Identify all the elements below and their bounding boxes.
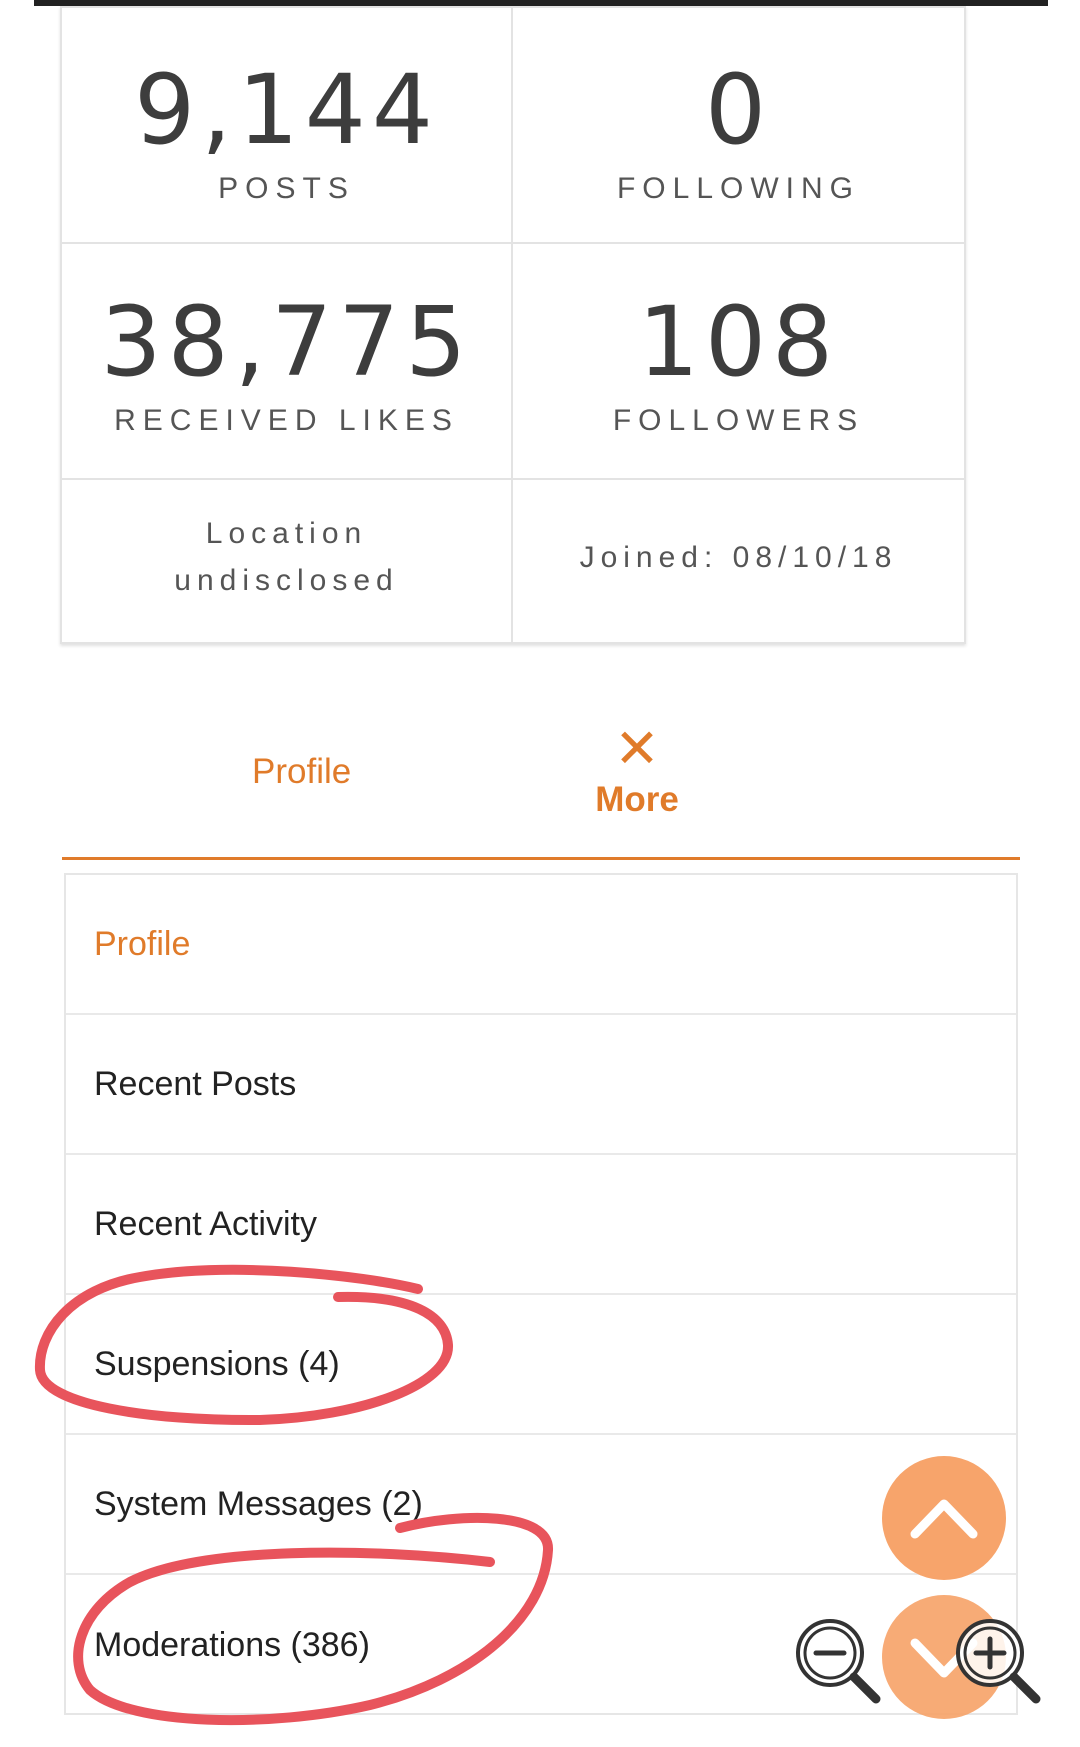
chevron-up-icon [910, 1499, 978, 1539]
more-menu: Profile Recent Posts Recent Activity Sus… [64, 873, 1018, 1715]
close-x-icon: ✕ [614, 719, 660, 779]
scroll-top-button[interactable] [882, 1456, 1006, 1580]
menu-item-profile[interactable]: Profile [66, 875, 1016, 1015]
tab-profile[interactable]: Profile [252, 752, 351, 792]
location-line-1: Location [205, 517, 368, 550]
location-line-2: undisclosed [174, 564, 399, 597]
tab-more[interactable]: ✕ More [572, 722, 702, 820]
joined-cell: Joined: 08/10/18 [513, 480, 964, 642]
stat-following[interactable]: 0 FOLLOWING [513, 8, 964, 244]
stat-received-likes-label: RECEIVED LIKES [114, 404, 459, 437]
stat-following-label: FOLLOWING [616, 172, 860, 205]
stat-followers-label: FOLLOWERS [612, 404, 865, 437]
stat-posts-label: POSTS [218, 172, 355, 205]
stat-following-value: 0 [704, 54, 773, 166]
stat-followers-value: 108 [637, 286, 840, 398]
profile-tabs: Profile ✕ More [62, 700, 1020, 860]
stat-posts[interactable]: 9,144 POSTS [62, 8, 513, 244]
tab-more-label: More [595, 780, 679, 819]
stat-received-likes[interactable]: 38,775 RECEIVED LIKES [62, 244, 513, 480]
joined-date: Joined: 08/10/18 [579, 541, 898, 574]
menu-item-suspensions[interactable]: Suspensions (4) [66, 1295, 1016, 1435]
menu-item-recent-activity[interactable]: Recent Activity [66, 1155, 1016, 1295]
location-cell: Location undisclosed [62, 480, 513, 642]
zoom-in-icon[interactable] [952, 1615, 1044, 1707]
stat-followers[interactable]: 108 FOLLOWERS [513, 244, 964, 480]
stat-received-likes-value: 38,775 [100, 286, 473, 398]
zoom-out-icon[interactable] [792, 1615, 884, 1707]
stat-posts-value: 9,144 [134, 54, 439, 166]
menu-item-recent-posts[interactable]: Recent Posts [66, 1015, 1016, 1155]
profile-stats-card: 9,144 POSTS 0 FOLLOWING 38,775 RECEIVED … [60, 6, 966, 644]
menu-item-system-messages[interactable]: System Messages (2) [66, 1435, 1016, 1575]
